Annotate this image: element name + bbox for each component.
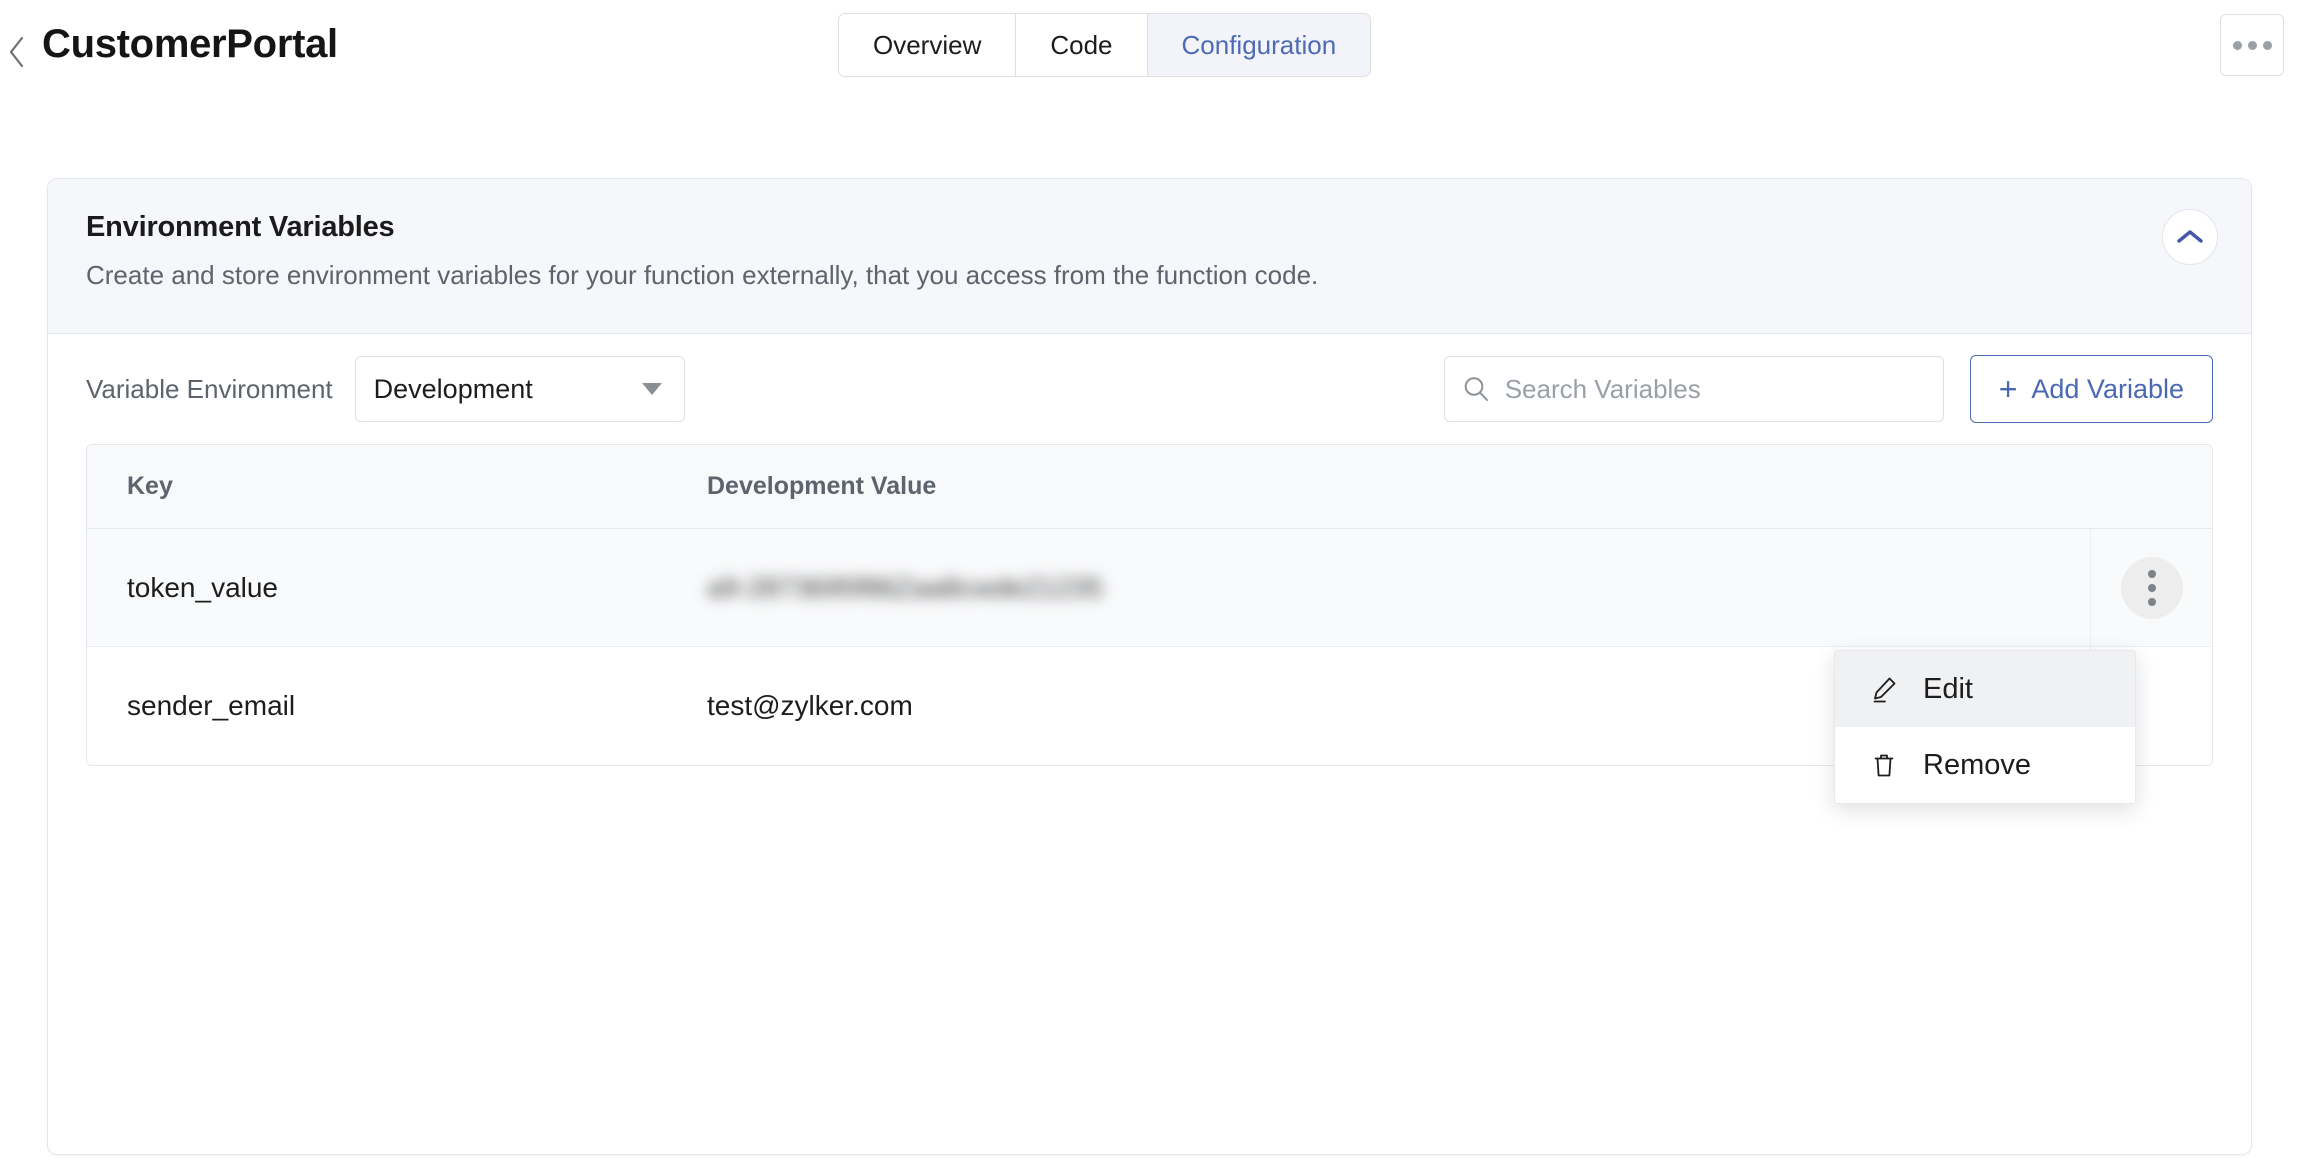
tab-code[interactable]: Code (1016, 14, 1148, 76)
caret-down-icon (641, 383, 662, 395)
row-menu-button[interactable] (2120, 556, 2183, 619)
context-menu-item-remove[interactable]: Remove (1835, 727, 2135, 803)
variable-environment-label: Variable Environment (86, 373, 333, 404)
plus-icon: + (1998, 371, 2018, 407)
top-bar: CustomerPortal Overview Code Configurati… (0, 0, 2302, 104)
row-context-menu: Edit Remove (1834, 650, 2136, 804)
column-header-value: Development Value (707, 472, 937, 500)
pencil-icon (1869, 674, 1899, 704)
tab-configuration[interactable]: Configuration (1147, 14, 1371, 76)
table-row[interactable]: token_value a9-2873695f86Zaa8cwde21235 (87, 529, 2212, 647)
table-header-row: Key Development Value (87, 445, 2212, 529)
trash-icon (1869, 750, 1899, 780)
back-button[interactable] (4, 30, 30, 74)
kebab-menu-icon (2147, 569, 2156, 606)
section-subtitle: Create and store environment variables f… (86, 260, 1319, 290)
column-header-key: Key (127, 472, 173, 500)
collapse-section-button[interactable] (2162, 209, 2218, 265)
variable-environment-select[interactable]: Development (354, 356, 685, 422)
search-input[interactable] (1504, 373, 1927, 405)
context-menu-item-edit[interactable]: Edit (1835, 651, 2135, 727)
variables-toolbar: Variable Environment Development + Add V… (48, 334, 2251, 444)
context-menu-label: Edit (1923, 672, 1973, 705)
more-options-button[interactable] (2220, 14, 2284, 76)
ellipsis-horizontal-icon (2232, 40, 2272, 50)
variable-environment-value: Development (373, 373, 533, 404)
chevron-left-icon (7, 35, 27, 69)
tab-bar: Overview Code Configuration (838, 13, 1372, 77)
row-actions-cell (2090, 529, 2212, 646)
tab-overview[interactable]: Overview (839, 14, 1017, 76)
chevron-up-icon (2176, 228, 2204, 246)
context-menu-label: Remove (1923, 748, 2031, 781)
section-title: Environment Variables (86, 211, 395, 243)
cell-key: sender_email (127, 690, 296, 721)
search-variables-box[interactable] (1443, 356, 1944, 422)
cell-value: a9-2873695f86Zaa8cwde21235 (707, 572, 2090, 604)
card-header: Environment Variables Create and store e… (48, 179, 2251, 334)
redacted-value: a9-2873695f86Zaa8cwde21235 (707, 571, 1103, 603)
cell-key: token_value (127, 571, 279, 603)
page-title: CustomerPortal (42, 22, 338, 66)
search-icon (1461, 374, 1491, 404)
add-variable-label: Add Variable (2031, 373, 2184, 404)
add-variable-button[interactable]: + Add Variable (1969, 355, 2213, 423)
